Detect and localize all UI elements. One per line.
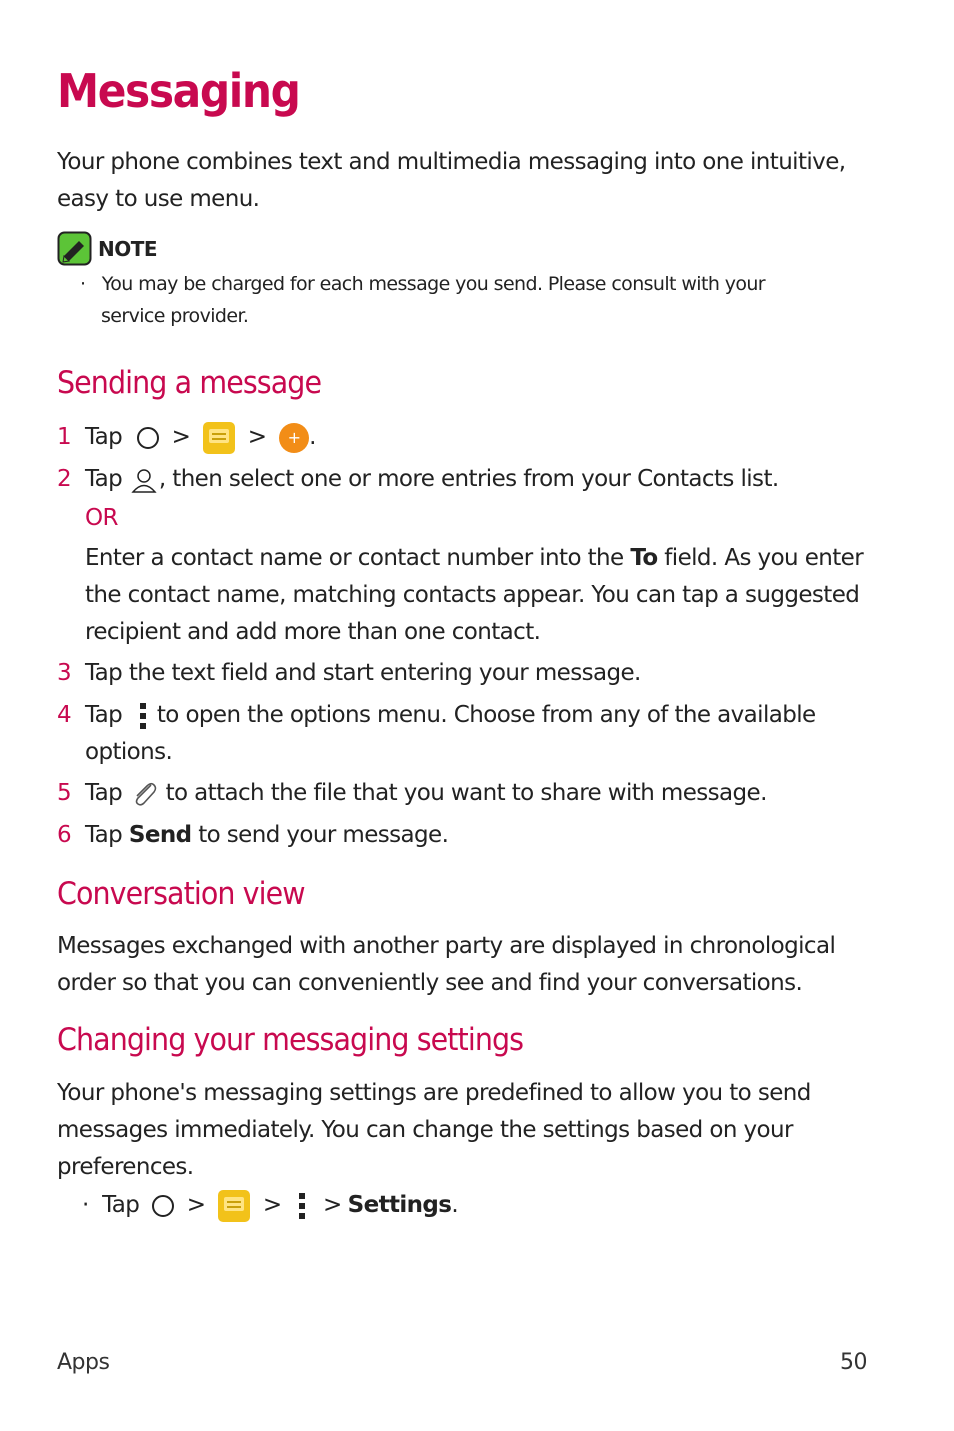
step-number: 6 bbox=[57, 822, 72, 848]
step-text: , then select one or more entries from y… bbox=[158, 466, 779, 492]
step-number: 2 bbox=[57, 466, 72, 492]
paragraph-line: order so that you can conveniently see a… bbox=[57, 970, 803, 996]
messaging-app-icon bbox=[202, 421, 235, 454]
step-text: Tap bbox=[85, 822, 123, 848]
period: . bbox=[451, 1192, 459, 1218]
more-options-icon bbox=[298, 1192, 306, 1219]
step-text: field. As you enter bbox=[664, 545, 864, 571]
more-options-icon bbox=[139, 702, 147, 729]
separator: > bbox=[171, 424, 191, 450]
step-text: to send your message. bbox=[198, 822, 449, 848]
footer-section: Apps bbox=[57, 1350, 110, 1375]
step-3: 3 Tap the text field and start entering y… bbox=[57, 655, 641, 692]
bullet: · bbox=[80, 273, 86, 295]
step-text: Enter a contact name or contact number i… bbox=[85, 545, 624, 571]
conversation-paragraph: Messages exchanged with another party ar… bbox=[57, 928, 836, 1002]
separator: > bbox=[186, 1192, 206, 1218]
page-number: 50 bbox=[840, 1350, 868, 1375]
step-text: recipient and add more than one contact. bbox=[85, 619, 541, 645]
separator: > bbox=[262, 1192, 282, 1218]
step-1: 1 Tap > > +. bbox=[57, 419, 316, 456]
step-number: 4 bbox=[57, 702, 72, 728]
new-message-plus-icon: + bbox=[279, 422, 310, 453]
paragraph-line: messages immediately. You can change the… bbox=[57, 1117, 793, 1143]
note-line: service provider. bbox=[101, 305, 249, 327]
step-number: 1 bbox=[57, 424, 72, 450]
note-header: NOTE bbox=[57, 231, 158, 266]
step-text: to open the options menu. Choose from an… bbox=[156, 702, 816, 728]
note-pencil-icon bbox=[57, 231, 92, 266]
paragraph-line: preferences. bbox=[57, 1154, 194, 1180]
separator: > bbox=[322, 1192, 342, 1218]
send-label: Send bbox=[128, 822, 192, 848]
settings-label: Settings bbox=[347, 1192, 452, 1218]
step-text: options. bbox=[85, 739, 173, 765]
step-text: Tap bbox=[102, 1192, 140, 1218]
settings-paragraph: Your phone's messaging settings are pred… bbox=[57, 1075, 811, 1186]
paragraph-line: Your phone's messaging settings are pred… bbox=[57, 1080, 811, 1106]
step-text: to attach the file that you want to shar… bbox=[165, 780, 768, 806]
step-text: Tap bbox=[85, 466, 123, 492]
intro-line: Your phone combines text and multimedia … bbox=[57, 149, 846, 175]
bullet: · bbox=[82, 1192, 89, 1218]
step-text: Tap bbox=[85, 424, 123, 450]
step-text: the contact name, matching contacts appe… bbox=[85, 582, 860, 608]
or-label: OR bbox=[85, 505, 118, 531]
home-button-icon bbox=[136, 426, 159, 449]
step-4: 4 Tap to open the options menu. Choose fr… bbox=[57, 697, 816, 771]
field-name: To bbox=[630, 545, 658, 571]
settings-instruction: · Tap > > > Settings. bbox=[82, 1187, 459, 1224]
step-number: 5 bbox=[57, 780, 72, 806]
note-line: You may be charged for each message you … bbox=[101, 273, 766, 295]
page-title: Messaging bbox=[57, 64, 301, 118]
period: . bbox=[309, 424, 316, 450]
section-heading-sending: Sending a message bbox=[57, 365, 322, 401]
home-button-icon bbox=[152, 1194, 175, 1217]
section-heading-settings: Changing your messaging settings bbox=[57, 1022, 524, 1058]
messaging-app-icon bbox=[218, 1189, 251, 1222]
note-label: NOTE bbox=[98, 236, 158, 261]
intro-line: easy to use menu. bbox=[57, 186, 260, 212]
paperclip-icon bbox=[135, 782, 157, 806]
separator: > bbox=[247, 424, 267, 450]
step-text: Tap bbox=[85, 780, 123, 806]
note-text: · You may be charged for each message yo… bbox=[80, 268, 766, 332]
intro-paragraph: Your phone combines text and multimedia … bbox=[57, 144, 846, 218]
step-2: 2 Tap , then select one or more entries f… bbox=[57, 461, 779, 498]
section-heading-conversation: Conversation view bbox=[57, 876, 306, 912]
step-5: 5 Tap to attach the file that you want to… bbox=[57, 775, 767, 812]
paragraph-line: Messages exchanged with another party ar… bbox=[57, 933, 836, 959]
step-text: Tap bbox=[85, 702, 123, 728]
step-6: 6 Tap Send to send your message. bbox=[57, 817, 449, 854]
step-2-alternative: Enter a contact name or contact number i… bbox=[85, 540, 864, 651]
step-text: Tap the text field and start entering yo… bbox=[85, 660, 641, 686]
contact-person-icon bbox=[131, 468, 157, 493]
step-number: 3 bbox=[57, 660, 72, 686]
